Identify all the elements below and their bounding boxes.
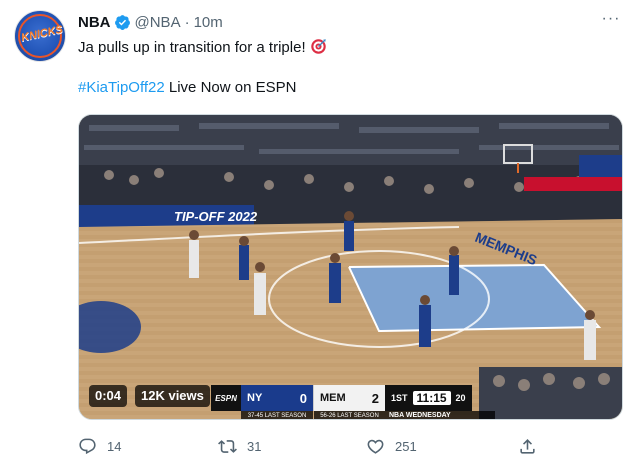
author-avatar[interactable]: KNICKS bbox=[14, 10, 66, 62]
scorebug-team-ny: NY 0 37-45 LAST SEASON bbox=[241, 385, 313, 419]
more-options-icon[interactable]: ··· bbox=[601, 11, 621, 32]
broadcast-tag: NBA WEDNESDAY bbox=[385, 411, 495, 419]
reply-button[interactable]: 14 bbox=[78, 432, 121, 460]
video-elapsed-time: 0:04 bbox=[89, 385, 128, 407]
espn-logo-icon: ESPN bbox=[211, 385, 241, 411]
retweet-icon bbox=[218, 439, 237, 453]
quarter-label: 1ST bbox=[391, 393, 408, 403]
team2-name: MEM bbox=[320, 392, 346, 404]
author-handle[interactable]: @NBA bbox=[135, 14, 181, 31]
game-clock: 11:15 bbox=[412, 391, 451, 405]
tweet-card[interactable]: KNICKS NBA @NBA · 10m ··· Ja pulls up in… bbox=[0, 0, 641, 470]
team1-name: NY bbox=[247, 392, 263, 404]
verified-badge-icon bbox=[114, 14, 130, 30]
retweet-count: 31 bbox=[247, 438, 262, 454]
video-frame: TIP-OFF 2022 MEMPHIS bbox=[79, 115, 622, 419]
team2-record: 56-26 LAST SEASON bbox=[314, 411, 385, 419]
like-button[interactable]: 251 bbox=[366, 432, 417, 460]
tweet-body: Ja pulls up in transition for a triple! bbox=[78, 39, 306, 56]
video-view-count: 12K views bbox=[135, 385, 210, 407]
tweet-actions: 14 31 251 bbox=[78, 432, 623, 460]
tweet-header: NBA @NBA · 10m bbox=[78, 12, 223, 32]
separator-dot: · bbox=[184, 13, 190, 31]
tweet-text-rest: Live Now on ESPN bbox=[164, 79, 297, 96]
scorebug-team-mem: MEM 2 56-26 LAST SEASON bbox=[313, 385, 385, 419]
scorebug-clock: 1ST 11:15 20 NBA WEDNESDAY bbox=[385, 385, 495, 419]
share-button[interactable] bbox=[518, 432, 547, 460]
team1-record: 37-45 LAST SEASON bbox=[241, 411, 313, 419]
direct-hit-target-icon bbox=[310, 39, 326, 54]
like-count: 251 bbox=[395, 438, 417, 454]
tweet-text-line-2: #KiaTipOff22 Live Now on ESPN bbox=[78, 78, 296, 98]
video-player[interactable]: TIP-OFF 2022 MEMPHIS 0:04 12K views ESPN… bbox=[78, 114, 623, 420]
tweet-time[interactable]: 10m bbox=[194, 14, 223, 31]
scorebug: ESPN NY 0 37-45 LAST SEASON MEM 2 56-26 … bbox=[211, 385, 495, 419]
reply-icon bbox=[79, 438, 96, 454]
retweet-button[interactable]: 31 bbox=[218, 432, 261, 460]
heart-icon bbox=[367, 439, 384, 454]
tweet-text: Ja pulls up in transition for a triple! bbox=[78, 38, 327, 58]
reply-count: 14 bbox=[107, 438, 122, 454]
team2-score: 2 bbox=[371, 390, 379, 406]
court-banner-text: TIP-OFF 2022 bbox=[174, 209, 258, 224]
share-icon bbox=[520, 438, 535, 454]
team1-score: 0 bbox=[299, 390, 307, 406]
hashtag-link[interactable]: #KiaTipOff22 bbox=[78, 79, 165, 96]
author-name[interactable]: NBA bbox=[78, 14, 111, 31]
shot-clock: 20 bbox=[455, 393, 466, 403]
